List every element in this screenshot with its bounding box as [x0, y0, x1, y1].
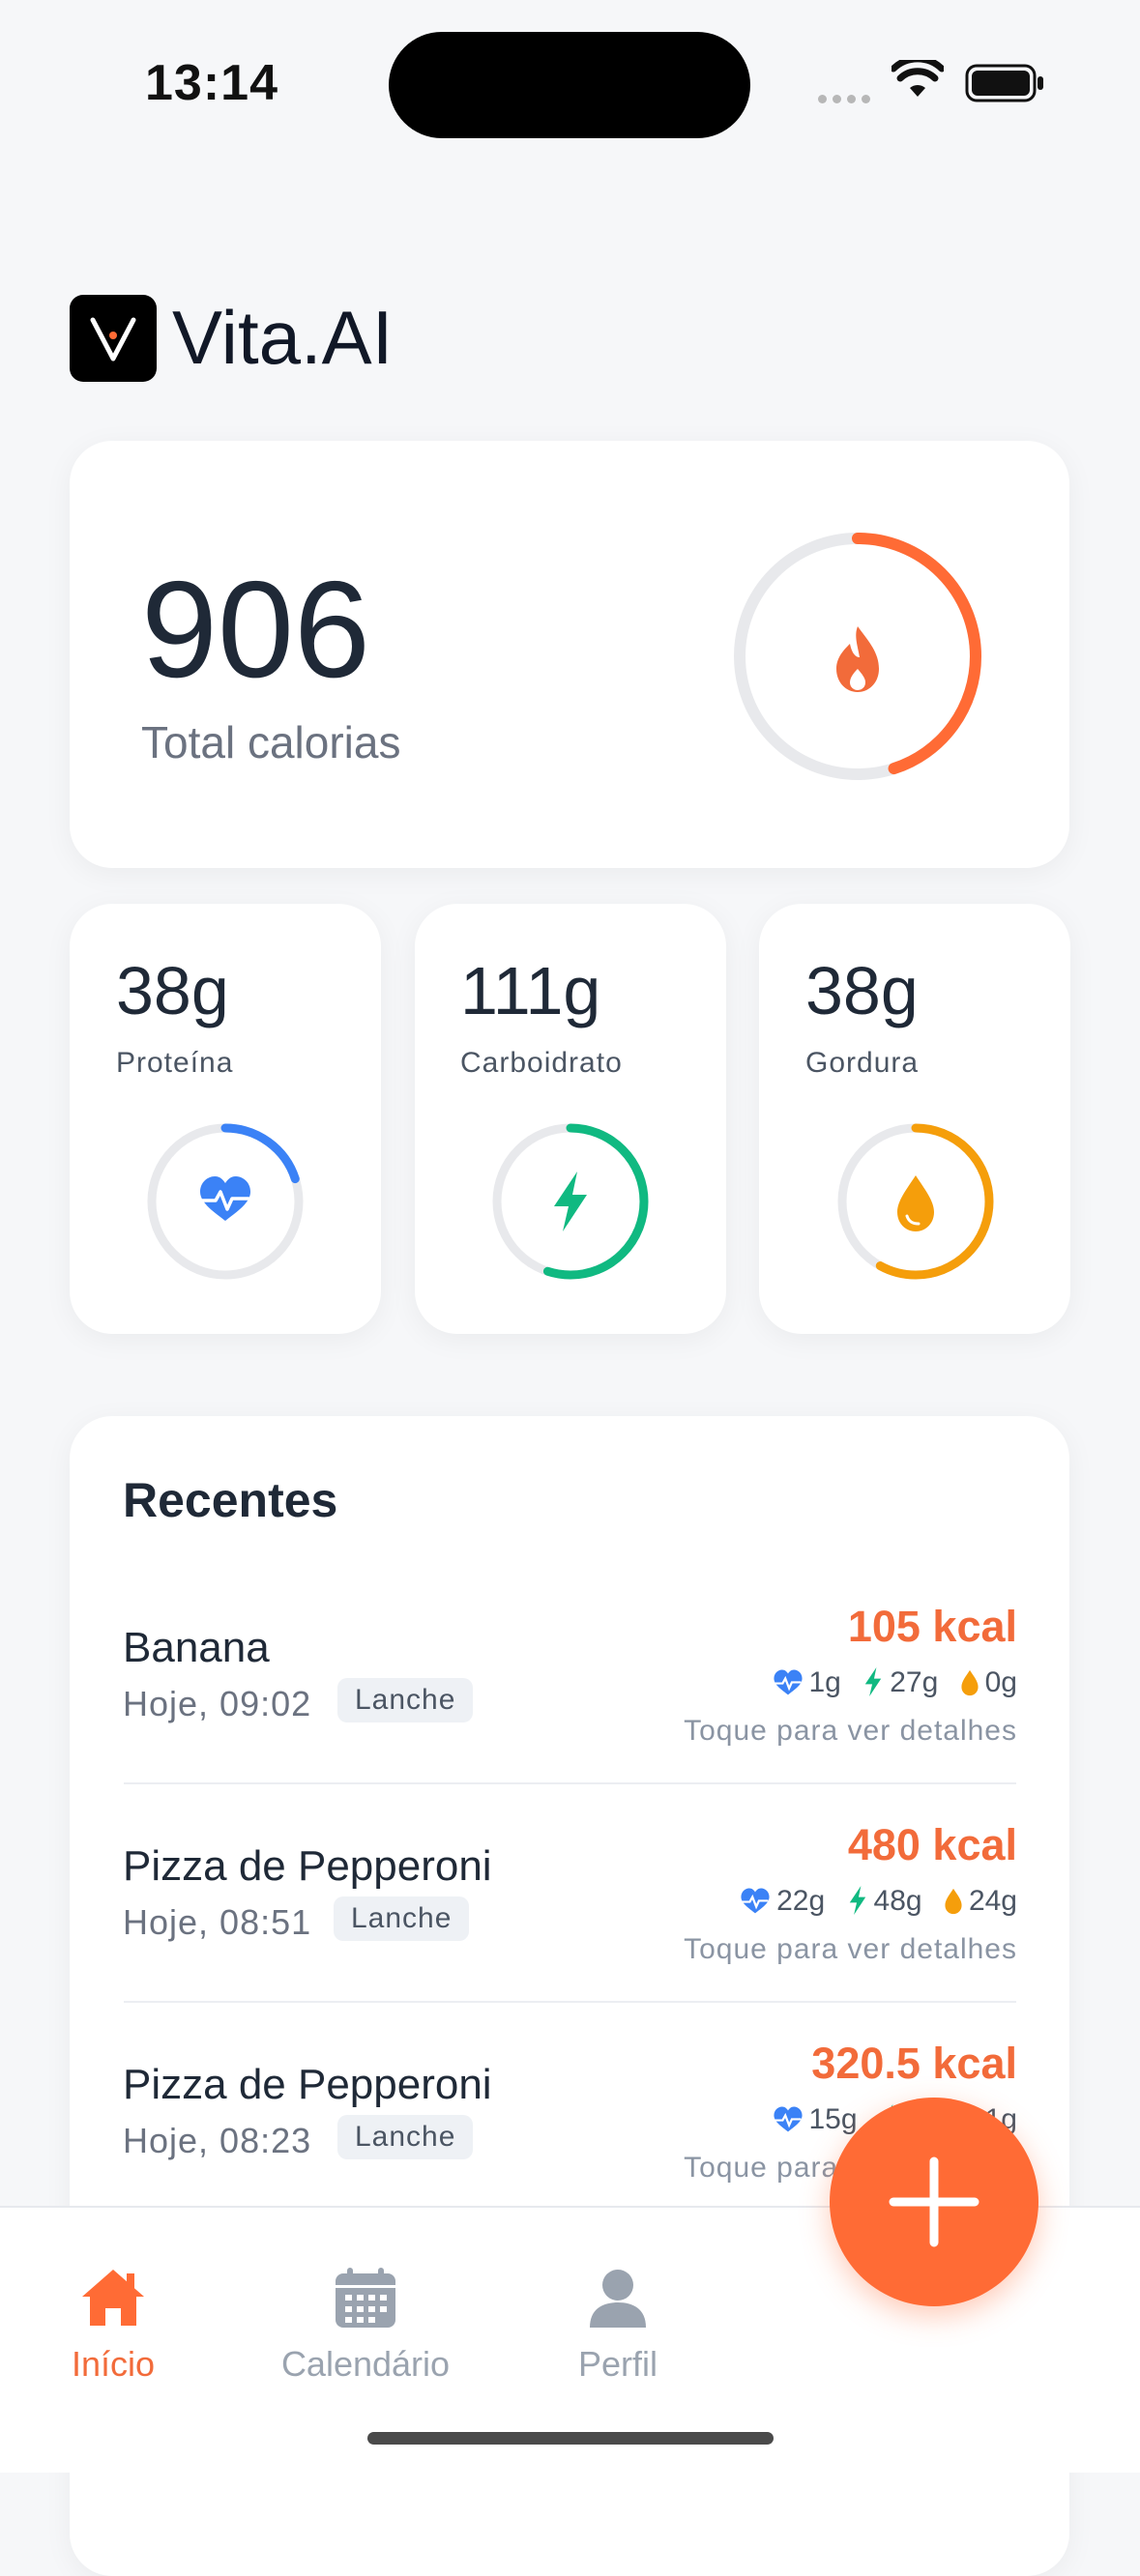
- recent-title: Recentes: [123, 1473, 338, 1527]
- protein-label: Proteína: [116, 1047, 234, 1079]
- wifi-icon: [892, 60, 944, 97]
- fat-value: 38g: [805, 953, 919, 1028]
- carbs-amount: 48g: [873, 1885, 922, 1917]
- food-time: Hoje, 08:51: [123, 1902, 312, 1942]
- food-name: Pizza de Pepperoni: [123, 2061, 492, 2108]
- tab-profile-label: Perfil: [577, 2344, 658, 2384]
- food-name: Banana: [123, 1624, 270, 1671]
- food-kcal: 480 kcal: [847, 1820, 1017, 1869]
- bolt-icon: [554, 1172, 587, 1231]
- heart-pulse-icon: [741, 1888, 770, 1914]
- food-time: Hoje, 08:23: [123, 2121, 312, 2160]
- add-food-button[interactable]: [830, 2098, 1038, 2306]
- calories-ring: [734, 533, 981, 780]
- logo-v-icon: [90, 317, 136, 362]
- meal-tag: Lanche: [337, 1678, 474, 1722]
- fat-amount: 0g: [984, 1666, 1017, 1698]
- user-icon: [590, 2270, 646, 2328]
- calories-value: 906: [141, 553, 370, 707]
- tab-calendar-label: Calendário: [280, 2344, 451, 2384]
- signal-icon: [818, 91, 876, 108]
- tab-calendar[interactable]: Calendário: [259, 2266, 472, 2385]
- home-indicator: [367, 2432, 774, 2445]
- tab-home-label: Início: [71, 2344, 156, 2384]
- fat-label: Gordura: [805, 1047, 920, 1079]
- meal-tag: Lanche: [337, 2115, 474, 2159]
- bolt-icon: [849, 1886, 865, 1915]
- plus-icon: [889, 2156, 979, 2247]
- food-kcal: 105 kcal: [847, 1602, 1017, 1651]
- dynamic-island: [389, 32, 750, 138]
- calendar-icon: [336, 2268, 395, 2328]
- details-hint: Toque para ver detalhes: [684, 1933, 1017, 1965]
- drop-icon: [961, 1669, 979, 1696]
- drop-icon: [945, 1888, 962, 1915]
- carbs-label: Carboidrato: [460, 1047, 623, 1079]
- food-name: Pizza de Pepperoni: [123, 1842, 492, 1890]
- tab-home[interactable]: Início: [7, 2266, 219, 2385]
- fat-ring: [837, 1123, 994, 1280]
- carbs-value: 111g: [460, 953, 601, 1028]
- protein-value: 38g: [116, 953, 229, 1028]
- heart-pulse-icon: [200, 1176, 250, 1221]
- heart-pulse-icon: [773, 2106, 803, 2132]
- drop-icon: [897, 1175, 934, 1231]
- meal-tag: Lanche: [334, 1896, 470, 1941]
- fat-amount: 24g: [968, 1885, 1017, 1917]
- protein-ring: [147, 1123, 304, 1280]
- food-macros: 1g 27g 0g: [759, 1666, 1017, 1699]
- heart-pulse-icon: [773, 1669, 803, 1695]
- details-hint: Toque para ver detalhes: [684, 1715, 1017, 1747]
- food-macros: 22g 48g 24g: [726, 1885, 1017, 1918]
- bolt-icon: [864, 1667, 882, 1696]
- app-title: Vita.AI: [172, 295, 394, 380]
- protein-amount: 1g: [808, 1666, 841, 1698]
- carbs-amount: 27g: [890, 1666, 939, 1698]
- protein-amount: 22g: [776, 1885, 826, 1917]
- carbs-ring: [492, 1123, 649, 1280]
- home-icon: [82, 2270, 144, 2326]
- status-time: 13:14: [145, 55, 278, 111]
- battery-icon: [965, 64, 1043, 102]
- calories-label: Total calorias: [141, 717, 401, 767]
- food-kcal: 320.5 kcal: [811, 2039, 1017, 2088]
- flame-icon: [836, 626, 879, 692]
- app-logo: [70, 295, 157, 382]
- tab-profile[interactable]: Perfil: [512, 2266, 724, 2385]
- food-time: Hoje, 09:02: [123, 1684, 312, 1723]
